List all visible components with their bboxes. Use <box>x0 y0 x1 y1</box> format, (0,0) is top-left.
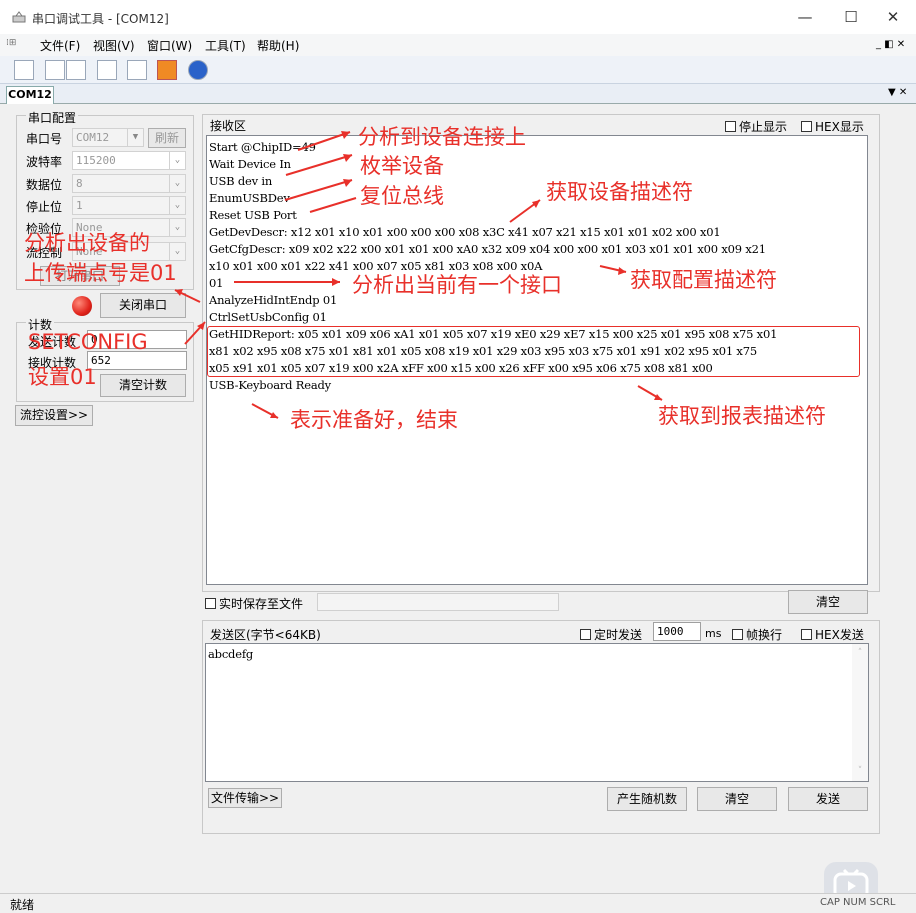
menu-window[interactable]: 窗口(W) <box>147 37 192 54</box>
annotation-config-descriptor: 获取配置描述符 <box>630 268 777 292</box>
split-horizontal-icon[interactable] <box>45 60 65 80</box>
flow-settings-button[interactable]: 流控设置>> <box>15 405 93 426</box>
recv-textarea[interactable]: Start @ChipID=49 Wait Device In USB dev … <box>206 135 868 585</box>
new-icon[interactable] <box>14 60 34 80</box>
mdi-restore-icon[interactable]: _ ◧ ✕ <box>876 39 905 50</box>
file-transfer-button[interactable]: 文件传输>> <box>208 788 282 808</box>
annotation-device-descriptor: 获取设备描述符 <box>546 180 693 204</box>
window-title: 串口调试工具 - [COM12] <box>32 12 169 26</box>
tab-menu-icon[interactable]: ▼ ✕ <box>888 87 907 98</box>
menu-view[interactable]: 视图(V) <box>93 37 135 54</box>
recv-title: 接收区 <box>210 119 247 133</box>
tab-com12[interactable]: COM12 <box>6 86 54 104</box>
send-button[interactable]: 发送 <box>788 787 868 811</box>
close-button[interactable]: ✕ <box>870 0 916 34</box>
toolbar <box>0 56 916 84</box>
hex-display-checkbox[interactable]: HEX显示 <box>801 118 864 135</box>
random-button[interactable]: 产生随机数 <box>607 787 687 811</box>
recv-line: USB dev in <box>209 174 273 188</box>
ms-label: ms <box>705 627 722 640</box>
databits-select[interactable]: 8 ⌄ <box>72 174 186 193</box>
annotation-setconfig-2: 设置01 <box>28 365 97 389</box>
title-bar: 串口调试工具 - [COM12] — ☐ ✕ <box>0 0 916 34</box>
annotation-endpoint-1: 分析出设备的 <box>24 231 150 255</box>
stopbits-select[interactable]: 1 ⌄ <box>72 196 186 215</box>
help-icon[interactable] <box>188 60 208 80</box>
port-select[interactable]: COM12 ▼ <box>72 128 144 147</box>
send-title: 发送区(字节<64KB) <box>210 628 321 642</box>
hex-send-checkbox[interactable]: HEX发送 <box>801 626 864 643</box>
save-to-file-checkbox[interactable]: 实时保存至文件 <box>205 595 303 612</box>
stopbits-label: 停止位 <box>26 200 63 214</box>
baud-select[interactable]: 115200 ⌄ <box>72 151 186 170</box>
recv-line: CtrlSetUsbConfig 01 <box>209 310 327 324</box>
frame-newline-checkbox[interactable]: 帧换行 <box>732 626 782 643</box>
split-vertical-icon[interactable] <box>66 60 86 80</box>
annotation-hid-report: 获取到报表描述符 <box>658 404 826 428</box>
menu-file[interactable]: 文件(F) <box>40 37 80 54</box>
close-port-button[interactable]: 关闭串口 <box>100 293 186 318</box>
send-content: abcdefg <box>208 647 254 661</box>
recv-line: Reset USB Port <box>209 208 297 222</box>
serial-config-title: 串口配置 <box>26 109 79 126</box>
recv-line: EnumUSBDev <box>209 191 290 205</box>
tab-bar: ▼ ✕ <box>0 84 916 104</box>
annotation-one-interface: 分析出当前有一个接口 <box>352 273 562 297</box>
recv-line: Wait Device In <box>209 157 291 171</box>
recv-line: GetCfgDescr: x09 x02 x22 x00 x01 x01 x00… <box>209 242 766 256</box>
hid-report-highlight-box <box>207 326 860 377</box>
annotation-reset-bus: 复位总线 <box>360 184 444 208</box>
clear-count-button[interactable]: 清空计数 <box>100 374 186 397</box>
upload-icon[interactable] <box>157 60 177 80</box>
maximize-button[interactable]: ☐ <box>828 0 874 34</box>
recv-clear-button[interactable]: 清空 <box>788 590 868 614</box>
calculator-icon[interactable] <box>97 60 117 80</box>
status-bar: 就绪 CAP NUM SCRL <box>0 893 916 912</box>
recv-line: GetDevDescr: x12 x01 x10 x01 x00 x00 x00… <box>209 225 721 239</box>
app-icon <box>12 11 26 23</box>
recv-line: AnalyzeHidIntEndp 01 <box>209 293 338 307</box>
databits-label: 数据位 <box>26 178 63 192</box>
status-text: 就绪 <box>10 898 35 912</box>
menu-bar: ⁞⊞ 文件(F) 视图(V) 窗口(W) 工具(T) 帮助(H) _ ◧ ✕ <box>0 34 916 56</box>
annotation-enumerate: 枚举设备 <box>360 154 444 178</box>
recv-line: Start @ChipID=49 <box>209 140 316 154</box>
port-label: 串口号 <box>26 132 63 146</box>
annotation-ready: 表示准备好，结束 <box>290 408 458 432</box>
menu-help[interactable]: 帮助(H) <box>257 37 299 54</box>
recv-line: 01 <box>209 276 224 290</box>
port-status-led-icon <box>72 296 92 316</box>
annotation-setconfig-1: SETCONFIG <box>28 330 148 354</box>
key-indicators: CAP NUM SCRL <box>820 897 896 908</box>
menu-tools[interactable]: 工具(T) <box>205 37 246 54</box>
send-textarea[interactable]: abcdefg ˄ ˅ <box>205 643 869 782</box>
baud-label: 波特率 <box>26 155 63 169</box>
timer-send-checkbox[interactable]: 定时发送 <box>580 626 642 643</box>
minimize-button[interactable]: — <box>782 0 828 34</box>
interval-input[interactable]: 1000 <box>653 622 701 641</box>
monitor-icon[interactable] <box>127 60 147 80</box>
refresh-button[interactable]: 刷新 <box>148 128 186 148</box>
annotation-device-connected: 分析到设备连接上 <box>358 125 526 149</box>
grip-icon: ⁞⊞ <box>6 38 17 48</box>
stop-display-checkbox[interactable]: 停止显示 <box>725 118 787 135</box>
recv-line: USB-Keyboard Ready <box>209 378 331 392</box>
send-scrollbar[interactable]: ˄ ˅ <box>852 644 868 781</box>
annotation-endpoint-2: 上传端点号是01 <box>24 261 177 285</box>
send-clear-button[interactable]: 清空 <box>697 787 777 811</box>
save-file-path-field[interactable] <box>317 593 559 611</box>
